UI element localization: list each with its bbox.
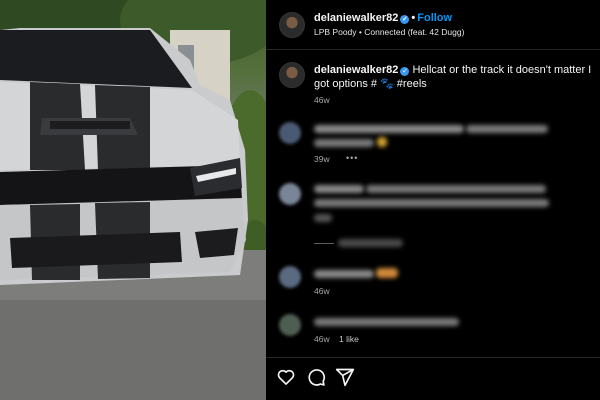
verified-icon: ✓ bbox=[400, 15, 410, 24]
comment-text-blurred bbox=[314, 318, 459, 326]
comment-likes[interactable]: 1 like bbox=[339, 334, 359, 344]
follow-button[interactable]: Follow bbox=[417, 12, 452, 24]
actions-divider bbox=[266, 357, 600, 358]
comment-text-blurred bbox=[314, 199, 549, 207]
car-photo bbox=[0, 0, 266, 400]
comment-text-blurred bbox=[314, 185, 364, 193]
post-header: delaniewalker82 ✓ • Follow LPB Poody • Conn… bbox=[266, 0, 600, 50]
comment-timestamp-blurred bbox=[314, 214, 332, 222]
comment-timestamp: 46w bbox=[314, 334, 330, 344]
caption-avatar[interactable] bbox=[279, 62, 305, 88]
comment-text-blurred bbox=[314, 139, 374, 147]
comment-avatar[interactable] bbox=[279, 122, 301, 144]
comment-timestamp: 39w bbox=[314, 154, 330, 164]
caption-timestamp: 46w bbox=[314, 95, 330, 105]
author-avatar[interactable] bbox=[279, 12, 305, 38]
comment-emoji-blurred bbox=[376, 268, 398, 278]
caption-username[interactable]: delaniewalker82 bbox=[314, 64, 398, 76]
separator-dot: • bbox=[411, 12, 416, 24]
view-replies-line bbox=[314, 243, 334, 244]
comment-text-blurred bbox=[366, 185, 546, 193]
comment-text-blurred bbox=[314, 125, 464, 133]
more-options-icon[interactable]: ••• bbox=[346, 153, 358, 163]
audio-label[interactable]: LPB Poody • Connected (feat. 42 Dugg) bbox=[314, 27, 464, 37]
post-panel: delaniewalker82 ✓ • Follow LPB Poody • Conn… bbox=[266, 0, 600, 400]
heart-icon[interactable] bbox=[276, 367, 296, 387]
view-replies-blurred[interactable] bbox=[338, 239, 403, 247]
share-icon[interactable] bbox=[335, 367, 355, 387]
author-username[interactable]: delaniewalker82 bbox=[314, 12, 398, 24]
comment-avatar[interactable] bbox=[279, 183, 301, 205]
comment-avatar[interactable] bbox=[279, 314, 301, 336]
comment-timestamp: 46w bbox=[314, 286, 330, 296]
comment-icon[interactable] bbox=[306, 367, 326, 387]
post-media[interactable] bbox=[0, 0, 266, 400]
comment-text-blurred bbox=[466, 125, 548, 133]
comment-avatar[interactable] bbox=[279, 266, 301, 288]
verified-icon: ✓ bbox=[400, 67, 410, 76]
comment-emoji-blurred bbox=[377, 137, 387, 147]
comment-text-blurred bbox=[314, 270, 374, 278]
caption: delaniewalker82 ✓ Hellcat or the track it… bbox=[314, 63, 594, 91]
author-username-row: delaniewalker82 ✓ • Follow bbox=[314, 12, 452, 24]
